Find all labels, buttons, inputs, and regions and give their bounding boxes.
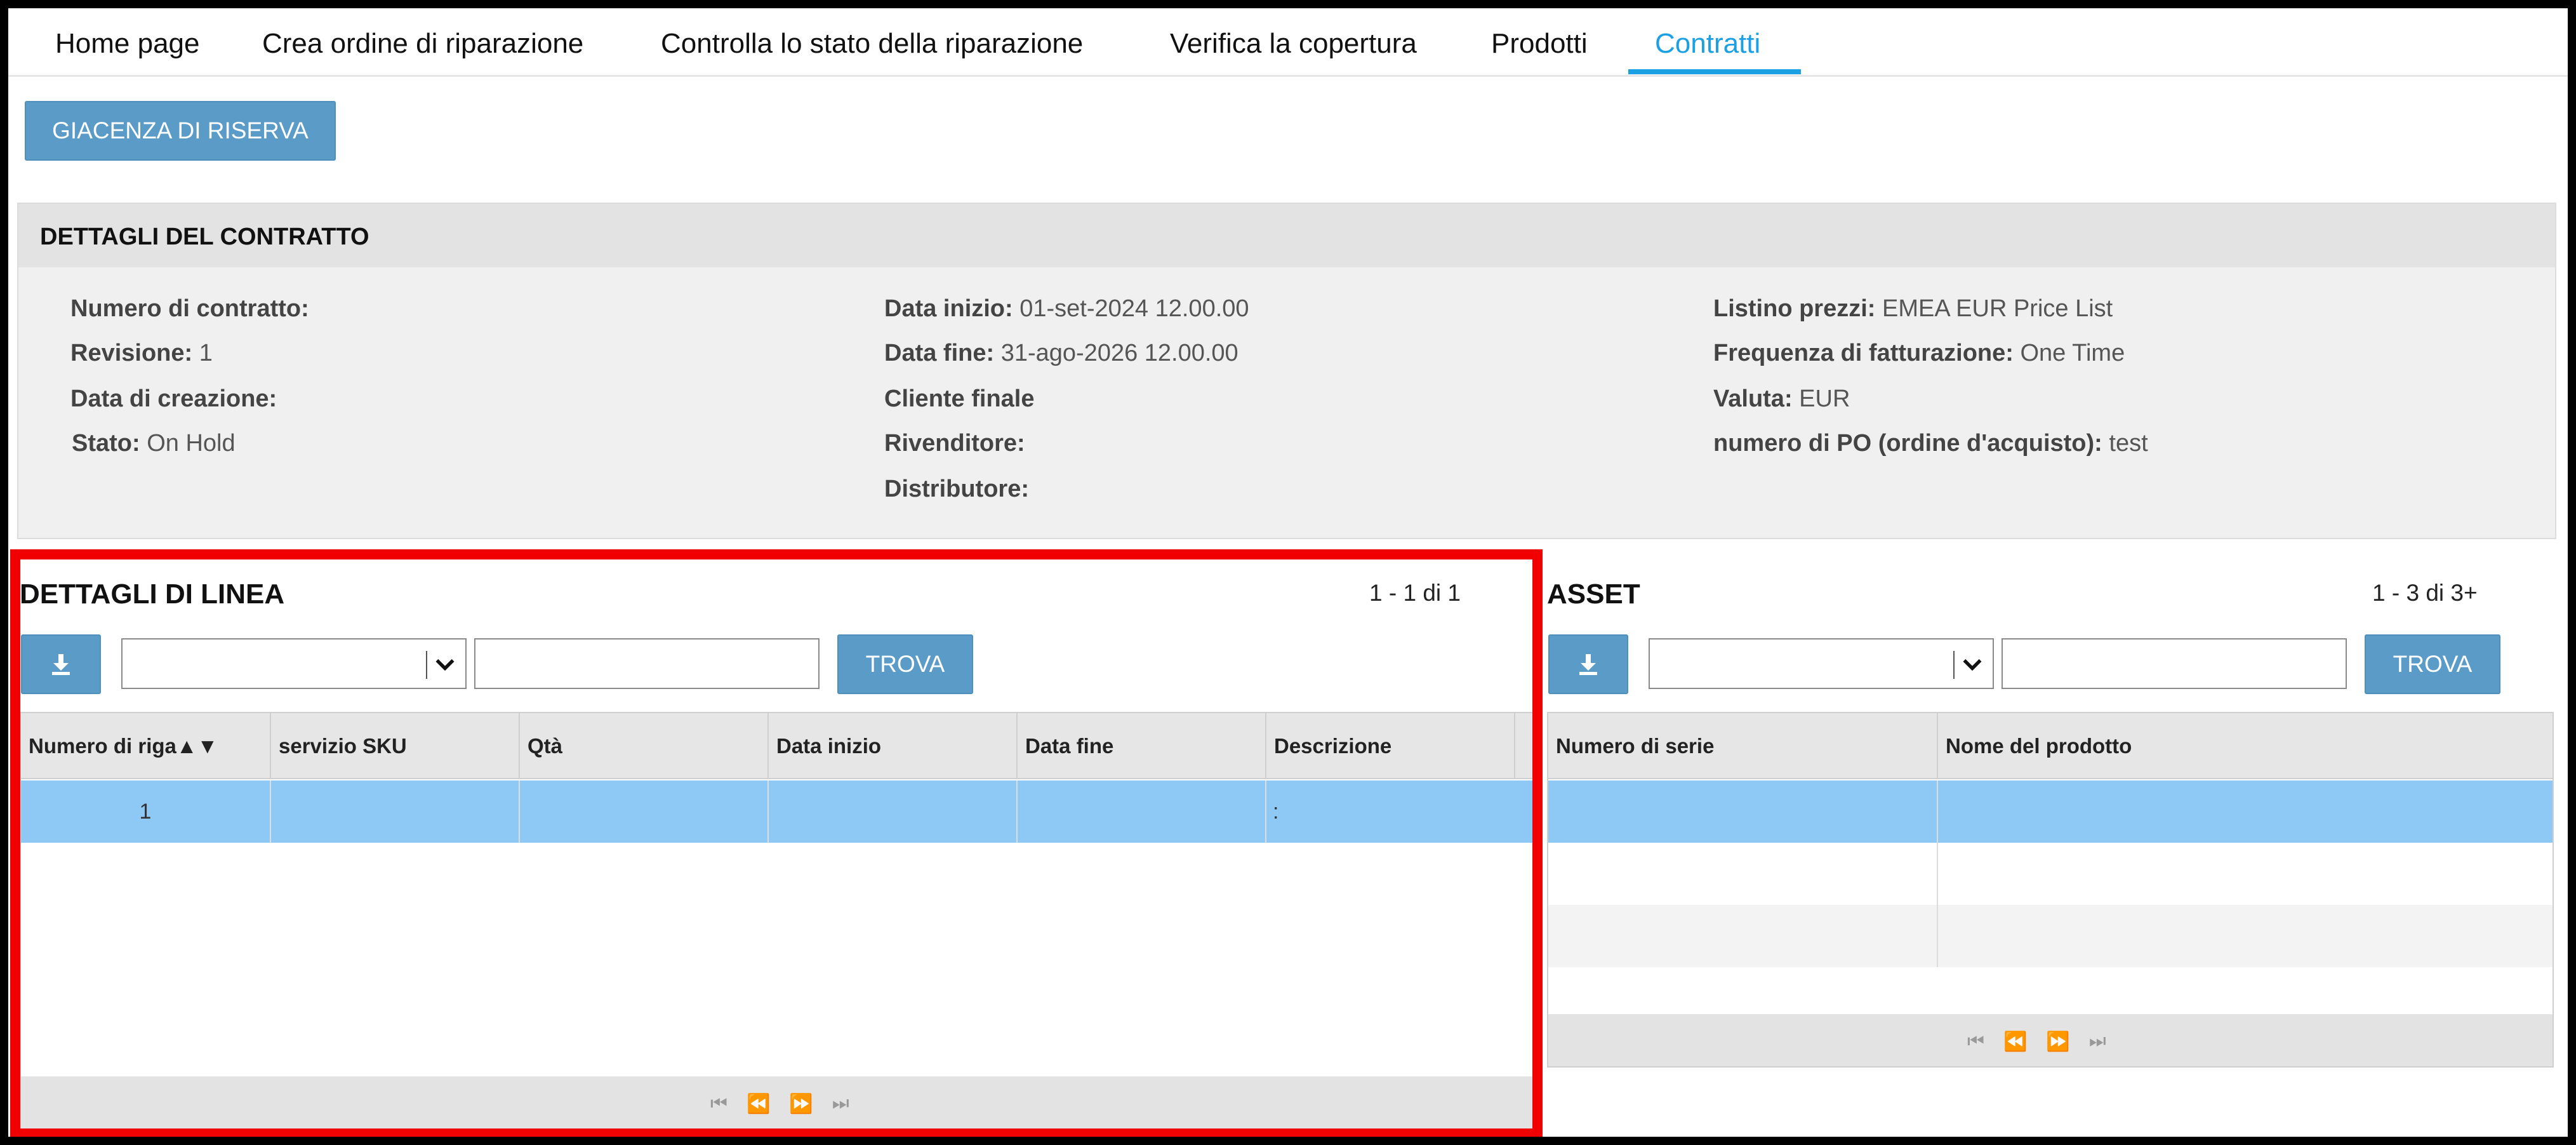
download-icon (52, 654, 70, 675)
table-row[interactable]: 1 : (21, 780, 1533, 843)
line-filter-select[interactable] (121, 638, 467, 689)
col-product-name[interactable]: Nome del prodotto (1938, 713, 2553, 779)
col-description[interactable]: Descrizione (1266, 713, 1515, 779)
asset-filter-select[interactable] (1649, 638, 1994, 689)
col-line-number[interactable]: Numero di riga▲▼ (21, 713, 271, 779)
revision-field: Revisione: 1 (70, 340, 213, 366)
po-number-field: numero di PO (ordine d'acquisto): test (1713, 430, 2148, 457)
line-grid-header: Numero di riga▲▼ servizio SKU Qtà Data i… (21, 713, 1533, 779)
col-start-date[interactable]: Data inizio (769, 713, 1018, 779)
end-customer-field: Cliente finale (884, 385, 1035, 412)
asset-grid-header: Numero di serie Nome del prodotto (1548, 713, 2553, 779)
next-page-icon[interactable]: ⏩ (789, 1093, 813, 1115)
asset-download-button[interactable] (1548, 634, 1628, 694)
line-download-button[interactable] (21, 634, 101, 694)
sort-icon[interactable]: ▲▼ (176, 734, 218, 758)
qty-cell (520, 780, 769, 843)
serial-cell (1548, 905, 1938, 967)
tab-verify-coverage[interactable]: Verifica la copertura (1170, 8, 1417, 77)
line-number-cell: 1 (21, 780, 271, 843)
line-find-button[interactable]: TROVA (837, 634, 973, 694)
next-page-icon[interactable]: ⏩ (2046, 1031, 2069, 1053)
end-date-cell (1018, 780, 1266, 843)
currency-field: Valuta: EUR (1713, 385, 1850, 412)
product-cell (1938, 905, 2553, 967)
start-date-field: Data inizio: 01-set-2024 12.00.00 (884, 295, 1249, 322)
contract-details-title: DETTAGLI DEL CONTRATTO (18, 204, 2555, 267)
table-row[interactable] (1548, 780, 2553, 843)
creation-date-field: Data di creazione: (70, 385, 277, 412)
tab-home[interactable]: Home page (55, 8, 199, 77)
billing-frequency-field: Frequenza di fatturazione: One Time (1713, 340, 2125, 366)
contract-number-field: Numero di contratto: (70, 295, 309, 322)
first-page-icon[interactable]: ⏮ (1967, 1031, 1984, 1053)
asset-grid-pager: ⏮ ⏪ ⏩ ⏭ (1548, 1014, 2553, 1066)
table-row[interactable] (1548, 843, 2553, 905)
table-row[interactable] (1548, 905, 2553, 967)
contract-details-panel: DETTAGLI DEL CONTRATTO Numero di contrat… (17, 203, 2556, 539)
top-nav: Home page Crea ordine di riparazione Con… (8, 8, 2568, 77)
line-grid-pager: ⏮ ⏪ ⏩ ⏭ (21, 1076, 1533, 1130)
reseller-field: Rivenditore: (884, 430, 1025, 457)
chevron-down-icon (1963, 659, 1982, 671)
col-end-date[interactable]: Data fine (1018, 713, 1266, 779)
serial-cell (1548, 780, 1938, 843)
start-date-cell (769, 780, 1018, 843)
tab-products[interactable]: Prodotti (1491, 8, 1588, 77)
col-service-sku[interactable]: servizio SKU (271, 713, 520, 779)
prev-page-icon[interactable]: ⏪ (2003, 1031, 2027, 1053)
app-frame: Home page Crea ordine di riparazione Con… (8, 8, 2568, 1137)
asset-count: 1 - 3 di 3+ (2372, 580, 2478, 606)
sku-cell (271, 780, 520, 843)
col-quantity[interactable]: Qtà (520, 713, 769, 779)
status-field: Stato: On Hold (72, 430, 236, 457)
reserve-stock-button[interactable]: GIACENZA DI RISERVA (25, 101, 336, 161)
line-details-title: DETTAGLI DI LINEA (20, 579, 285, 610)
serial-cell (1548, 843, 1938, 905)
line-details-grid: Numero di riga▲▼ servizio SKU Qtà Data i… (20, 712, 1534, 1131)
download-icon (1579, 654, 1597, 675)
asset-grid: Numero di serie Nome del prodotto ⏮ ⏪ ⏩ … (1547, 712, 2554, 1068)
active-tab-indicator (1628, 69, 1801, 74)
col-serial-number[interactable]: Numero di serie (1548, 713, 1938, 779)
prev-page-icon[interactable]: ⏪ (747, 1093, 770, 1115)
chevron-down-icon (435, 659, 455, 671)
last-page-icon[interactable]: ⏭ (832, 1093, 849, 1115)
asset-find-button[interactable]: TROVA (2365, 634, 2500, 694)
last-page-icon[interactable]: ⏭ (2089, 1031, 2106, 1053)
tab-create-repair-order[interactable]: Crea ordine di riparazione (262, 8, 583, 77)
description-cell: : (1273, 800, 1279, 824)
tab-repair-status[interactable]: Controlla lo stato della riparazione (661, 8, 1083, 77)
first-page-icon[interactable]: ⏮ (710, 1093, 727, 1115)
asset-search-input[interactable] (2002, 638, 2347, 689)
tab-contracts[interactable]: Contratti (1655, 8, 1760, 77)
product-cell (1938, 780, 2553, 843)
line-search-input[interactable] (474, 638, 820, 689)
asset-title: ASSET (1547, 579, 1640, 610)
line-details-count: 1 - 1 di 1 (1369, 580, 1461, 606)
price-list-field: Listino prezzi: EMEA EUR Price List (1713, 295, 2113, 322)
end-date-field: Data fine: 31-ago-2026 12.00.00 (884, 340, 1238, 366)
distributor-field: Distributore: (884, 476, 1029, 502)
product-cell (1938, 843, 2553, 905)
